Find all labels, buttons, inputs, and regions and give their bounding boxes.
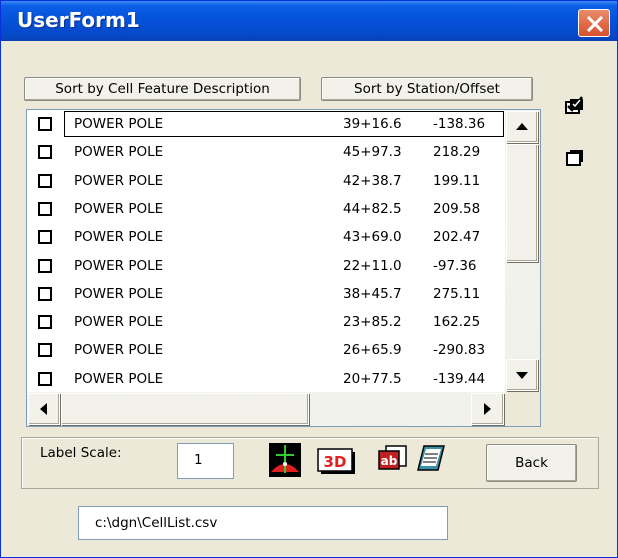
horizontal-scrollbar[interactable] [27,392,505,426]
row-checkbox[interactable] [38,372,52,386]
row-station: 39+16.6 [343,116,402,132]
row-station: 23+85.2 [343,314,402,330]
row-name: POWER POLE [74,286,164,302]
list-item[interactable]: POWER POLE 23+85.2 162.25 [27,308,505,336]
window-title: UserForm1 [17,8,140,32]
arrow-up-icon [516,123,528,130]
list-item[interactable]: POWER POLE 39+16.6 -138.36 [27,110,505,138]
uncheck-all-icon [566,150,583,166]
scroll-left-button[interactable] [28,393,60,425]
row-offset: 218.29 [433,144,481,160]
arrow-down-icon [516,372,528,379]
row-station: 42+38.7 [343,173,402,189]
row-checkbox[interactable] [38,287,52,301]
close-button[interactable] [578,9,610,37]
row-checkbox[interactable] [38,202,52,216]
row-station: 38+45.7 [343,286,402,302]
svg-text:ab: ab [381,454,398,468]
notebook-icon [417,445,445,471]
row-checkbox[interactable] [38,259,52,273]
row-offset: -138.36 [433,116,486,132]
scroll-up-button[interactable] [506,111,538,143]
scroll-down-button[interactable] [506,359,538,391]
row-offset: 162.25 [433,314,481,330]
vertical-scrollbar[interactable] [505,110,540,392]
scroll-right-button[interactable] [471,393,504,425]
row-station: 43+69.0 [343,229,402,245]
label-scale-label: Label Scale: [40,445,122,461]
3d-view-button[interactable]: 3D [317,448,357,480]
row-offset: 199.11 [433,173,481,189]
check-all-button[interactable] [564,94,586,120]
list-item[interactable]: POWER POLE 22+11.0 -97.36 [27,252,505,280]
row-checkbox[interactable] [38,117,52,131]
3d-view-icon: 3D [317,448,355,474]
place-cell-button[interactable] [268,442,302,482]
row-offset: -97.36 [433,258,477,274]
row-offset: 202.47 [433,229,481,245]
text-label-button[interactable]: ab [377,444,409,476]
row-name: POWER POLE [74,173,164,189]
row-checkbox[interactable] [38,343,52,357]
back-button[interactable]: Back [486,444,577,482]
row-name: POWER POLE [74,144,164,160]
row-name: POWER POLE [74,201,164,217]
scrollbar-corner [505,392,540,426]
notebook-button[interactable] [414,444,448,478]
list-item[interactable]: POWER POLE 42+38.7 199.11 [27,167,505,195]
list-item[interactable]: POWER POLE 38+45.7 275.11 [27,280,505,308]
row-name: POWER POLE [74,342,164,358]
row-checkbox[interactable] [38,174,52,188]
title-bar[interactable]: UserForm1 [1,1,617,41]
uncheck-all-button[interactable] [564,146,586,172]
row-name: POWER POLE [74,229,164,245]
row-offset: 275.11 [433,286,481,302]
row-name: POWER POLE [74,314,164,330]
text-label-icon: ab [378,445,407,470]
vertical-scroll-thumb[interactable] [506,144,538,262]
arrow-left-icon [40,403,47,415]
place-cell-icon [269,443,301,477]
file-path-input[interactable]: c:\dgn\CellList.csv [78,506,448,540]
list-item[interactable]: POWER POLE 44+82.5 209.58 [27,195,505,223]
cell-listbox[interactable]: POWER POLE 39+16.6 -138.36 POWER POLE 45+97.… [26,109,541,427]
list-item[interactable]: POWER POLE 43+69.0 202.47 [27,223,505,251]
list-item[interactable]: POWER POLE 45+97.3 218.29 [27,138,505,166]
row-name: POWER POLE [74,258,164,274]
row-checkbox[interactable] [38,230,52,244]
row-name: POWER POLE [74,371,164,387]
list-item[interactable]: POWER POLE 26+65.9 -290.83 [27,336,505,364]
close-icon [586,15,604,33]
row-station: 26+65.9 [343,342,402,358]
row-checkbox[interactable] [38,145,52,159]
row-name: POWER POLE [74,116,164,132]
sort-by-station-button[interactable]: Sort by Station/Offset [321,77,533,101]
list-item[interactable]: POWER POLE 20+77.5 -139.44 [27,365,505,393]
row-offset: -139.44 [433,371,486,387]
row-station: 45+97.3 [343,144,402,160]
row-station: 44+82.5 [343,201,402,217]
label-scale-input[interactable]: 1 [177,443,234,479]
check-all-icon [565,96,583,114]
arrow-right-icon [484,403,491,415]
row-checkbox[interactable] [38,315,52,329]
row-offset: 209.58 [433,201,481,217]
row-station: 22+11.0 [343,258,402,274]
svg-text:3D: 3D [324,453,347,471]
row-offset: -290.83 [433,342,486,358]
row-station: 20+77.5 [343,371,402,387]
userform-window: UserForm1 Sort by Cell Feature Descripti… [0,0,618,558]
sort-by-description-button[interactable]: Sort by Cell Feature Description [24,77,301,101]
horizontal-scroll-thumb[interactable] [61,393,309,425]
